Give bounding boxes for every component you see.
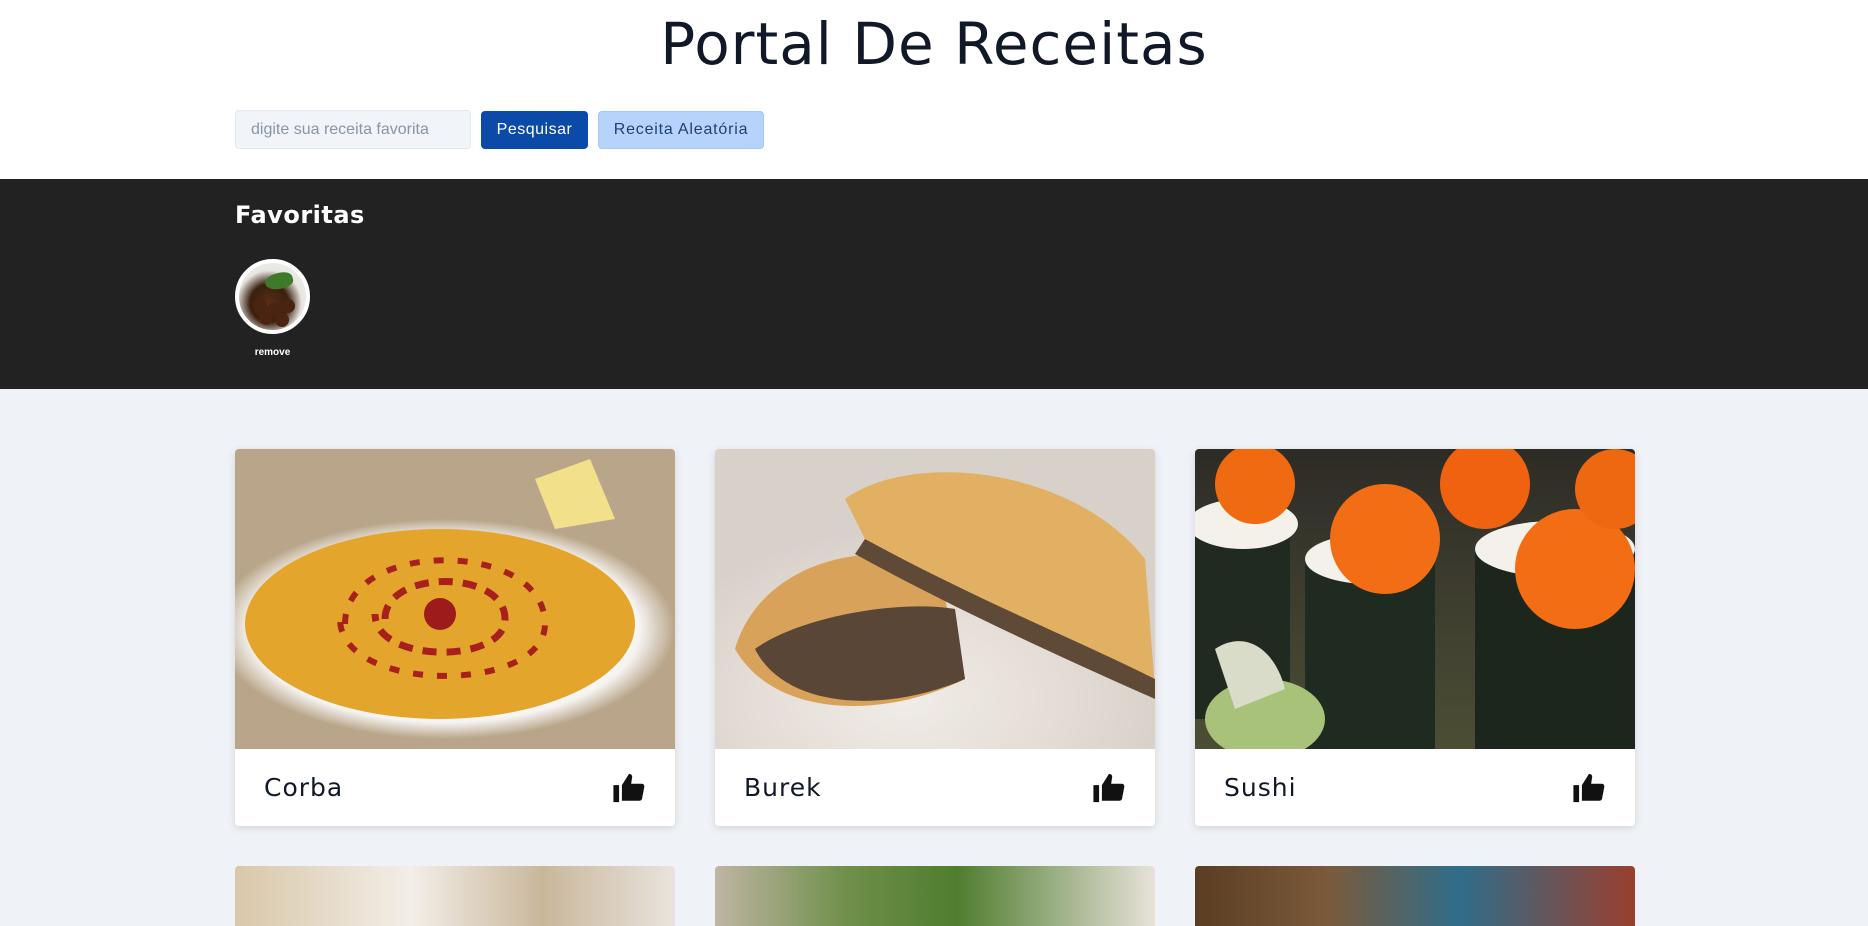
recipe-name: Burek bbox=[744, 773, 822, 802]
header: Portal De Receitas Pesquisar Receita Ale… bbox=[0, 0, 1868, 179]
thumbs-up-icon[interactable] bbox=[1572, 771, 1606, 805]
favorite-thumbnail[interactable] bbox=[235, 259, 310, 334]
random-recipe-button[interactable]: Receita Aleatória bbox=[598, 111, 764, 149]
recipe-image[interactable] bbox=[235, 449, 675, 749]
recipe-card[interactable] bbox=[1195, 866, 1635, 926]
recipe-image[interactable] bbox=[1195, 449, 1635, 749]
recipe-card[interactable]: Burek bbox=[715, 449, 1155, 826]
recipe-card[interactable] bbox=[235, 866, 675, 926]
recipe-card[interactable]: Sushi bbox=[1195, 449, 1635, 826]
recipe-card[interactable]: Corba bbox=[235, 449, 675, 826]
favorite-item[interactable]: remove bbox=[235, 259, 310, 358]
favorites-title: Favoritas bbox=[235, 201, 365, 229]
recipe-name: Corba bbox=[264, 773, 344, 802]
search-button[interactable]: Pesquisar bbox=[481, 111, 588, 149]
thumbs-up-icon[interactable] bbox=[612, 771, 646, 805]
recipe-name: Sushi bbox=[1224, 773, 1297, 802]
thumbs-up-icon[interactable] bbox=[1092, 771, 1126, 805]
recipe-card[interactable] bbox=[715, 866, 1155, 926]
remove-favorite-button[interactable]: remove bbox=[235, 347, 310, 358]
search-input[interactable] bbox=[235, 110, 471, 149]
page-title: Portal De Receitas bbox=[660, 10, 1208, 78]
favorites-section: Favoritas remove bbox=[0, 179, 1868, 389]
recipe-image[interactable] bbox=[715, 449, 1155, 749]
search-bar: Pesquisar Receita Aleatória bbox=[235, 110, 764, 149]
